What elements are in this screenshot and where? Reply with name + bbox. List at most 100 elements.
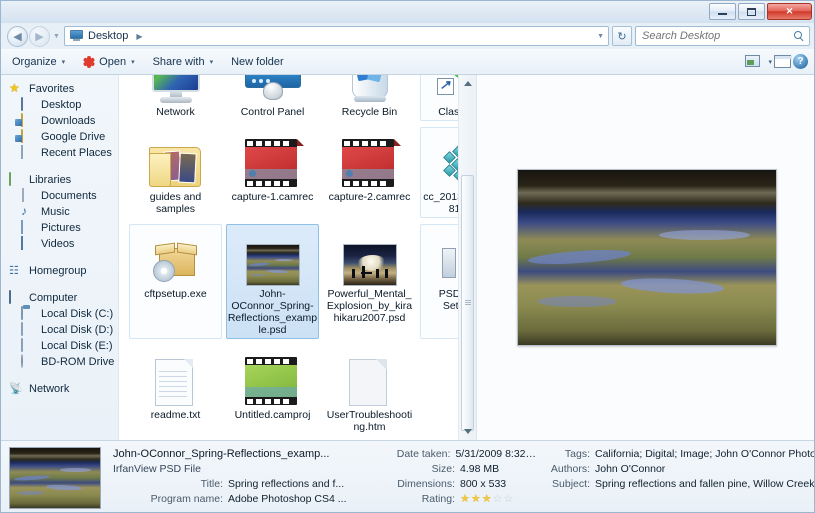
file-item-capture-1[interactable]: capture-1.camrec xyxy=(226,127,319,218)
scroll-up-button[interactable] xyxy=(460,76,475,91)
sidebar-item-google-drive[interactable]: Google Drive xyxy=(1,129,118,145)
sidebar-item-pictures[interactable]: Pictures xyxy=(1,220,118,236)
grid-row: Network Control Panel Recycle Bin ↗ Cla xyxy=(127,75,458,127)
desktop-icon xyxy=(21,97,37,112)
details-label-dimensions: Dimensions: xyxy=(397,478,455,490)
window-controls: ✕ xyxy=(709,3,812,20)
details-value-subject[interactable]: Spring reflections and fallen pine, Will… xyxy=(595,477,814,492)
file-item-readme-txt[interactable]: readme.txt xyxy=(129,345,222,436)
scrollbar-thumb[interactable] xyxy=(461,175,474,431)
sidebar-group-libraries[interactable]: Libraries xyxy=(1,172,118,188)
organize-button[interactable]: Organize ▾ xyxy=(5,51,72,73)
camrec-film-icon xyxy=(244,131,304,189)
scroll-down-button[interactable] xyxy=(460,424,475,439)
help-icon[interactable]: ? xyxy=(793,54,808,69)
details-value-authors[interactable]: John O'Connor xyxy=(595,462,665,477)
star-filled-icon[interactable]: ★ xyxy=(482,494,492,505)
file-list-view[interactable]: Network Control Panel Recycle Bin ↗ Cla … xyxy=(119,75,458,440)
preview-pane-icon[interactable] xyxy=(774,55,792,68)
explorer-window: ✕ ◀ ▶ ▼ Desktop ▶ ▼ ↻ Organize ▾ Open xyxy=(0,0,815,513)
navigation-pane[interactable]: ★ Favorites Desktop Downloads Google Dri… xyxy=(1,75,119,440)
picture-icon xyxy=(21,220,37,235)
sidebar-item-local-disk-d[interactable]: Local Disk (D:) xyxy=(1,322,118,338)
back-button[interactable]: ◀ xyxy=(7,25,28,47)
details-label-rating: Rating: xyxy=(421,493,455,505)
star-empty-icon[interactable]: ☆ xyxy=(504,494,514,505)
details-label-subject: Subject: xyxy=(552,478,590,490)
homegroup-icon: ☷ xyxy=(9,265,19,277)
search-box[interactable] xyxy=(635,26,810,46)
breadcrumb-desktop[interactable]: Desktop xyxy=(88,30,128,42)
file-item-john-oconnor-psd[interactable]: John-OConnor_Spring-Reflections_example.… xyxy=(226,224,319,339)
share-with-button[interactable]: Share with ▾ xyxy=(146,51,221,73)
details-value-tags[interactable]: California; Digital; Image; John O'Conno… xyxy=(595,447,814,462)
vertical-scrollbar[interactable] xyxy=(458,75,476,440)
sidebar-group-network[interactable]: 📡 Network xyxy=(1,381,118,397)
sidebar-item-videos[interactable]: Videos xyxy=(1,236,118,252)
search-icon xyxy=(794,30,805,42)
close-button[interactable]: ✕ xyxy=(767,3,812,20)
refresh-button[interactable]: ↻ xyxy=(612,26,632,46)
details-thumbnail xyxy=(9,447,101,509)
star-filled-icon[interactable]: ★ xyxy=(460,494,470,505)
file-item-powerful-mental-explosion-psd[interactable]: Powerful_Mental_Explosion_by_kirahikaru2… xyxy=(323,224,416,339)
library-icon xyxy=(9,172,25,187)
sidebar-item-local-disk-e[interactable]: Local Disk (E:) xyxy=(1,338,118,354)
file-item-classic-ftp[interactable]: Classic FTP xyxy=(420,75,458,121)
desktop-icon xyxy=(70,30,84,42)
details-label-program-name: Program name: xyxy=(150,493,223,505)
details-label-title: Title: xyxy=(200,478,223,490)
network-icon: 📡 xyxy=(9,383,23,395)
details-file-type: IrfanView PSD File xyxy=(113,463,201,475)
forward-button[interactable]: ▶ xyxy=(29,25,50,47)
breadcrumb-bar[interactable]: Desktop ▶ ▼ xyxy=(64,26,609,46)
file-item-guides-and-samples[interactable]: guides and samples xyxy=(129,127,222,218)
chevron-right-icon: ▶ xyxy=(136,31,143,41)
sidebar-item-music[interactable]: ♪ Music xyxy=(1,204,118,220)
change-view-icon[interactable] xyxy=(745,55,761,68)
details-value-program-name[interactable]: Adobe Photoshop CS4 ... xyxy=(228,492,347,507)
file-item-registry-file[interactable]: cc_20131002_174815.reg xyxy=(420,127,458,218)
toolbar-right-group: ▾ ? xyxy=(745,54,814,69)
maximize-icon xyxy=(747,7,756,16)
psd-thumbnail-reflections xyxy=(244,228,302,286)
sidebar-group-homegroup[interactable]: ☷ Homegroup xyxy=(1,263,118,279)
sidebar-item-downloads[interactable]: Downloads xyxy=(1,113,118,129)
search-input[interactable] xyxy=(640,29,794,43)
file-item-cftpsetup[interactable]: cftpsetup.exe xyxy=(129,224,222,339)
sidebar-item-bd-rom-drive[interactable]: BD-ROM Drive (F:) C xyxy=(1,354,118,370)
minimize-button[interactable] xyxy=(709,3,736,20)
details-value-date-taken[interactable]: 5/31/2009 8:32 AM xyxy=(455,447,538,462)
sidebar-item-recent-places[interactable]: Recent Places xyxy=(1,145,118,161)
sidebar-item-local-disk-c[interactable]: Local Disk (C:) xyxy=(1,306,118,322)
sidebar-item-documents[interactable]: Documents xyxy=(1,188,118,204)
star-filled-icon[interactable]: ★ xyxy=(471,494,481,505)
details-value-title[interactable]: Spring reflections and f... xyxy=(228,477,344,492)
file-item-usertroubleshooting-htm[interactable]: UserTroubleshooting.htm xyxy=(323,345,416,436)
file-item-capture-2[interactable]: capture-2.camrec xyxy=(323,127,416,218)
chevron-down-icon[interactable]: ▾ xyxy=(768,58,772,66)
file-item-recycle-bin[interactable]: Recycle Bin xyxy=(323,75,416,121)
star-empty-icon[interactable]: ☆ xyxy=(493,494,503,505)
file-item-control-panel[interactable]: Control Panel xyxy=(226,75,319,121)
sidebar-item-desktop[interactable]: Desktop xyxy=(1,97,118,113)
rating-stars[interactable]: ★ ★ ★ ☆ ☆ xyxy=(460,494,513,505)
text-file-icon xyxy=(147,349,205,407)
file-item-untitled-camproj[interactable]: Untitled.camproj xyxy=(226,345,319,436)
details-label-date-taken: Date taken: xyxy=(396,448,451,460)
file-item-psdcodec-setup[interactable]: PSDCodec-Setup.exe xyxy=(420,224,458,339)
file-item-network[interactable]: Network xyxy=(129,75,222,121)
sidebar-label: Computer xyxy=(29,292,78,304)
computer-icon xyxy=(9,290,25,305)
sidebar-label: Libraries xyxy=(29,174,72,186)
history-dropdown-icon[interactable]: ▼ xyxy=(51,33,62,40)
open-button[interactable]: Open ▾ xyxy=(76,51,141,73)
new-folder-button[interactable]: New folder xyxy=(224,51,291,73)
sidebar-group-computer[interactable]: Computer xyxy=(1,290,118,306)
sidebar-group-favorites[interactable]: ★ Favorites xyxy=(1,81,118,97)
sidebar-label: Documents xyxy=(41,190,97,202)
maximize-button[interactable] xyxy=(738,3,765,20)
details-pane: John-OConnor_Spring-Reflections_examp...… xyxy=(1,440,814,512)
chevron-down-icon[interactable]: ▼ xyxy=(597,33,604,40)
